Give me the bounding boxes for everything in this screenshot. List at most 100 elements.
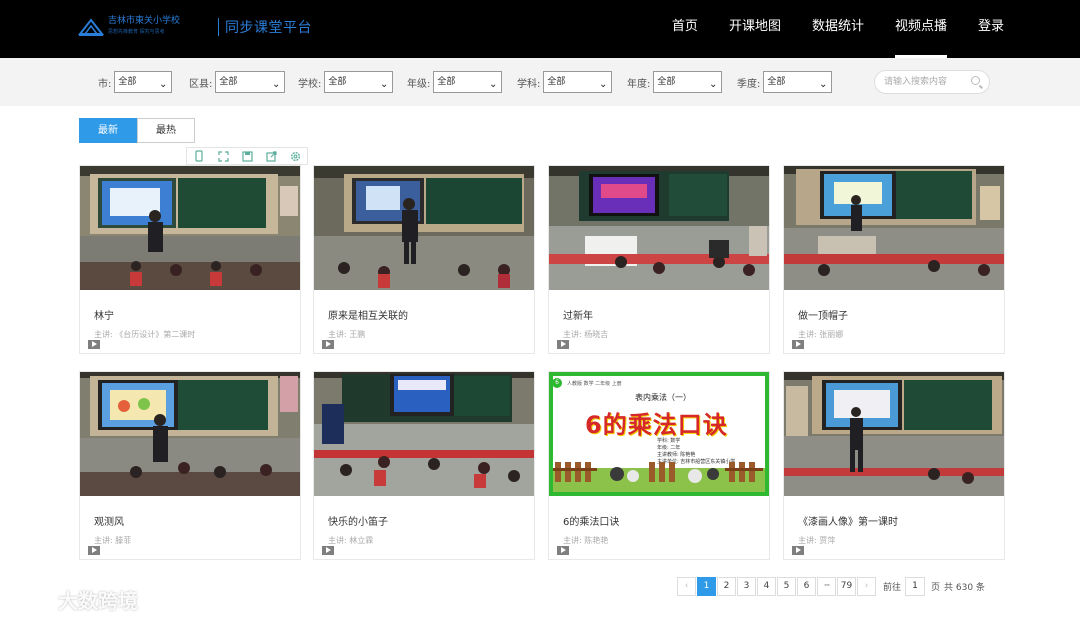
video-thumbnail[interactable] [784,166,1004,290]
video-card[interactable]: 0 做一顶帽子 主讲: 张丽娜 [783,165,1005,354]
total-count: 共 630 条 [944,583,985,593]
page-button[interactable]: 4 [757,577,776,596]
search-input[interactable]: 请输入搜索内容 [874,70,990,94]
video-card[interactable]: 6 人教版 数学 二年级 上册 表内乘法（一） 6的乘法口诀 学科: 数学 年级… [548,371,770,560]
play-icon [792,545,804,555]
video-title[interactable]: 快乐的小笛子 [328,513,388,528]
video-title[interactable]: 做一顶帽子 [798,307,848,322]
video-card[interactable]: 0 过新年 主讲: 杨晓吉 [548,165,770,354]
play-icon [322,545,334,555]
video-card[interactable]: 1 原来是相互关联的 主讲: 王鹏 [313,165,535,354]
city-select[interactable]: 全部 ⌄ [114,71,173,93]
video-thumbnail[interactable] [314,166,534,290]
next-page-button[interactable]: › [857,577,876,596]
school-slogan: 思想先锋教育 探究与思考 [108,29,165,35]
share-icon[interactable] [259,148,283,164]
nav-course-map[interactable]: 开课地图 [729,0,781,58]
video-title[interactable]: 过新年 [563,307,593,322]
video-thumbnail[interactable]: 6 人教版 数学 二年级 上册 表内乘法（一） 6的乘法口诀 学科: 数学 年级… [549,372,769,496]
video-thumbnail[interactable] [549,166,769,290]
video-thumbnail[interactable] [784,372,1004,496]
video-card[interactable]: 4 《漆画人像》第一课时 主讲: 贾萍 [783,371,1005,560]
slide-line: 年级: 二年 [657,445,681,451]
page-unit-label: 页 [931,583,941,593]
video-speaker: 主讲: 杨晓吉 [563,330,609,339]
tab-hottest[interactable]: 最热 [137,118,195,143]
filter-city: 市: 全部 ⌄ [98,71,173,93]
view-count: 7 [557,545,579,555]
goto-label: 前往 [883,583,902,593]
slide-fence-illustration [553,462,765,492]
school-name: 吉林市東关小学校 [108,16,181,26]
filter-label: 市: [98,78,112,90]
play-icon [88,545,100,555]
play-icon [557,545,569,555]
video-title[interactable]: 《漆画人像》第一课时 [798,513,898,528]
video-card[interactable]: 4 快乐的小笛子 主讲: 林立霖 [313,371,535,560]
grade-select[interactable]: 全部 ⌄ [433,71,503,93]
district-select[interactable]: 全部 ⌄ [215,71,286,93]
school-logo-icon [78,18,104,36]
goto-page-input[interactable]: 1 [905,577,926,596]
save-icon[interactable] [235,148,259,164]
video-speaker: 主讲: 陈艳艳 [563,536,609,545]
tab-latest[interactable]: 最新 [79,118,137,143]
play-icon [557,339,569,349]
video-speaker: 主讲: 《台历设计》第二课时 [94,330,196,339]
prev-page-button[interactable]: ‹ [677,577,696,596]
nav-home[interactable]: 首页 [672,0,698,58]
filter-season: 季度: 全部 ⌄ [737,71,833,93]
view-count: 1 [88,339,110,349]
video-card[interactable]: 13 观测风 主讲: 滕菲 [79,371,301,560]
page-button[interactable]: 3 [737,577,756,596]
video-title[interactable]: 林宁 [94,307,114,322]
play-icon [88,339,100,349]
slide-top-text: 人教版 数学 二年级 上册 [567,381,622,387]
page-button[interactable]: 2 [717,577,736,596]
page-button[interactable]: 1 [697,577,716,596]
chevron-down-icon: ⌄ [271,79,281,90]
fullscreen-icon[interactable] [211,148,235,164]
page-button[interactable]: 5 [777,577,796,596]
filter-subject: 学科: 全部 ⌄ [517,71,613,93]
school-select[interactable]: 全部 ⌄ [324,71,394,93]
chevron-down-icon: ⌄ [708,79,718,90]
sort-tabs: 最新 最热 [79,118,195,143]
watermark-text: 大数跨境 [58,589,138,613]
more-pages-button[interactable]: ··· [817,577,836,596]
subject-select[interactable]: 全部 ⌄ [543,71,613,93]
slide-unit-text: 表内乘法（一） [635,393,691,402]
last-page-button[interactable]: 79 [837,577,856,596]
main-nav: 首页 开课地图 数据统计 视频点播 登录 [641,0,1004,58]
search-icon[interactable] [971,76,980,85]
video-speaker: 主讲: 张丽娜 [798,330,844,339]
nav-statistics[interactable]: 数据统计 [812,0,864,58]
year-select[interactable]: 全部 ⌄ [653,71,723,93]
video-thumbnail[interactable] [314,372,534,496]
settings-icon[interactable] [283,148,307,164]
chevron-down-icon: ⌄ [158,79,168,90]
video-title[interactable]: 观测风 [94,513,124,528]
season-select[interactable]: 全部 ⌄ [763,71,833,93]
filter-grade: 年级: 全部 ⌄ [407,71,503,93]
filter-bar: 市: 全部 ⌄ 区县: 全部 ⌄ 学校: 全部 ⌄ 年级: 全部 ⌄ 学科: 全部 ⌄ 年… [0,58,1080,106]
filter-label: 学校: [298,78,322,90]
site-logo[interactable]: 吉林市東关小学校 思想先锋教育 探究与思考 同步课堂平台 [78,16,312,38]
top-header: 吉林市東关小学校 思想先锋教育 探究与思考 同步课堂平台 首页 开课地图 数据统… [0,0,1080,58]
video-title[interactable]: 原来是相互关联的 [328,307,408,322]
view-count: 0 [557,339,579,349]
page-button[interactable]: 6 [797,577,816,596]
video-thumbnail[interactable] [80,372,300,496]
watermark: 大数跨境 [12,585,138,614]
video-card[interactable]: 1 林宁 主讲: 《台历设计》第二课时 [79,165,301,354]
view-count: 4 [792,545,814,555]
filter-label: 年度: [627,78,651,90]
filter-school: 学校: 全部 ⌄ [298,71,394,93]
nav-video-on-demand[interactable]: 视频点播 [894,0,947,58]
logo-divider [218,18,219,36]
video-title[interactable]: 6的乘法口诀 [563,513,619,528]
filter-district: 区县: 全部 ⌄ [189,71,286,93]
nav-login[interactable]: 登录 [978,0,1004,58]
mobile-icon[interactable] [187,148,211,164]
video-thumbnail[interactable] [80,166,300,290]
